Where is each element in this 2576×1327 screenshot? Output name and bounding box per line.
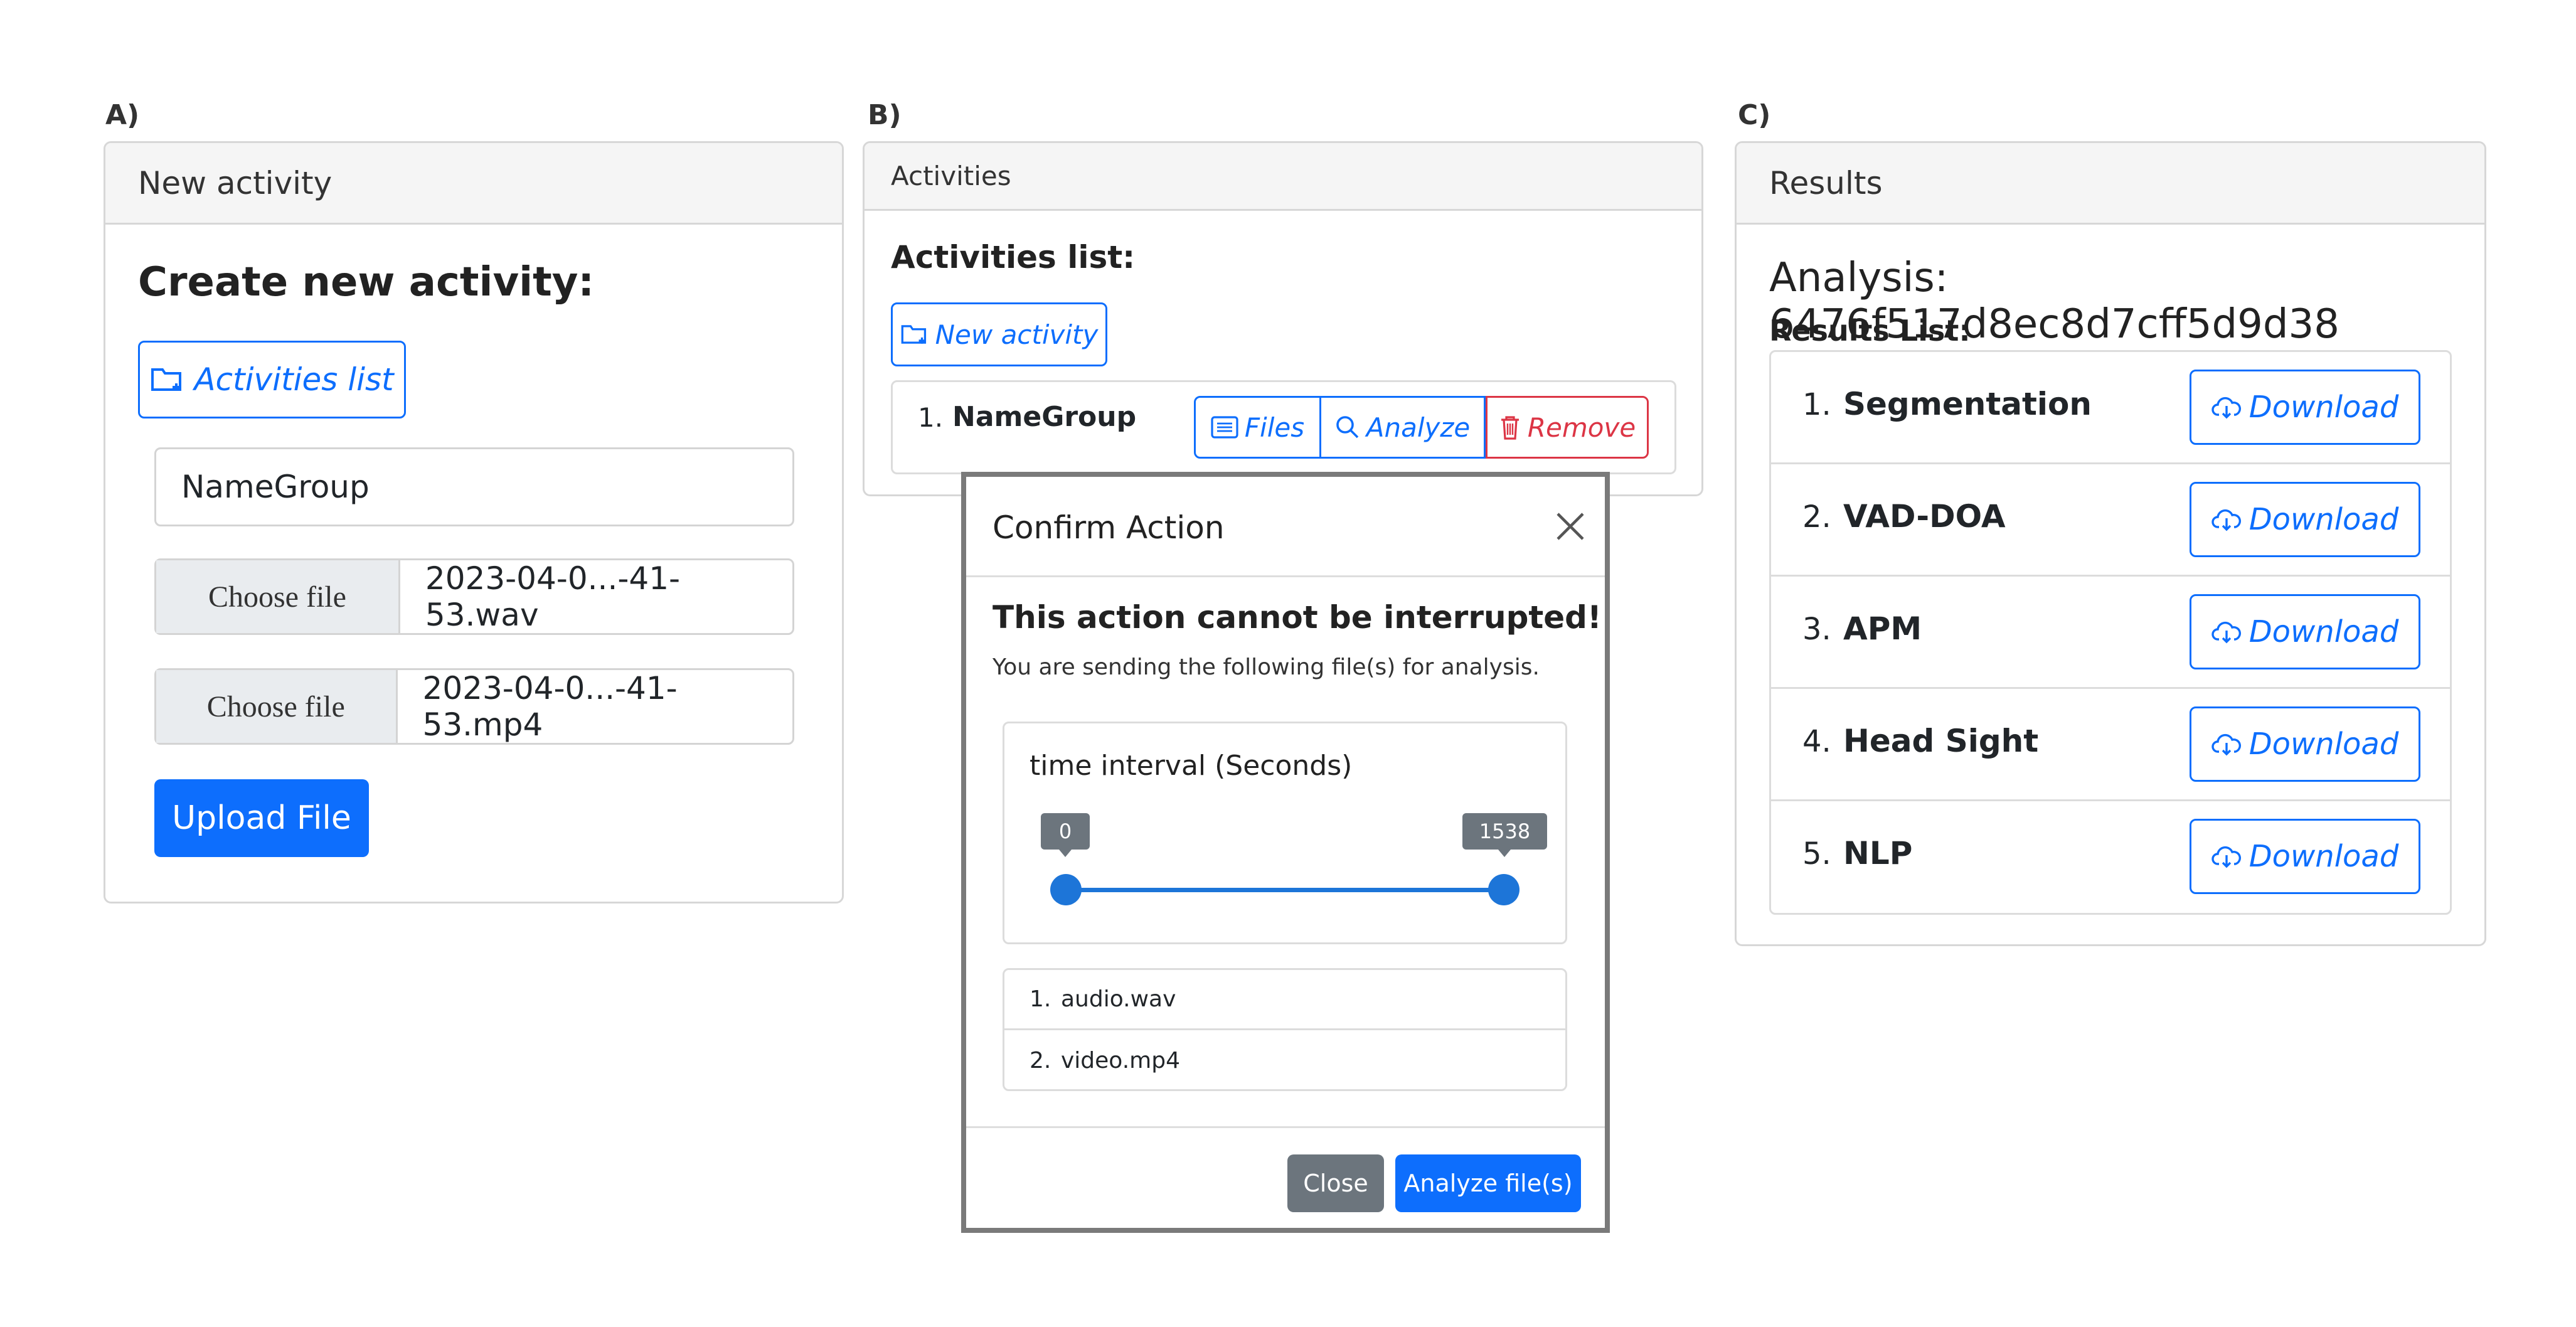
download-label: Download (2249, 727, 2399, 762)
list-index: 3. (1802, 612, 1831, 647)
activity-name-value: NameGroup (181, 469, 370, 505)
table-row: 2. VAD-DOA Download (1771, 464, 2450, 577)
file-list: 1. audio.wav 2. video.mp4 (1003, 968, 1567, 1091)
file-name: 2023-04-0...-41-53.mp4 (422, 670, 678, 743)
analyze-files-button[interactable]: Analyze file(s) (1395, 1154, 1581, 1212)
activity-actions: Files Analyze Remove (1194, 396, 1649, 459)
remove-label: Remove (1527, 412, 1636, 443)
modal-header: Confirm Action (966, 477, 1605, 577)
remove-button[interactable]: Remove (1486, 396, 1649, 459)
interval-label: time interval (Seconds) (1030, 750, 1353, 782)
results-list: 1. Segmentation Download 2. VAD-DOA Download 3… (1769, 350, 2452, 915)
slider-min-tooltip: 0 (1041, 813, 1090, 857)
close-button[interactable]: Close (1287, 1154, 1384, 1212)
slider-max-tooltip: 1538 (1462, 813, 1547, 857)
list-item: 2. video.mp4 (1004, 1030, 1565, 1090)
list-index: 2. (1030, 1047, 1051, 1074)
warning-text: You are sending the following file(s) fo… (993, 654, 1540, 680)
table-row: 3. APM Download (1771, 577, 2450, 689)
close-icon[interactable] (1555, 511, 1586, 542)
analyze-button[interactable]: Analyze (1321, 396, 1486, 459)
slider-min-value: 0 (1041, 813, 1090, 850)
download-label: Download (2249, 839, 2399, 874)
slider-max-handle[interactable] (1488, 874, 1520, 905)
file-name: video.mp4 (1061, 1047, 1180, 1074)
list-index: 2. (1802, 499, 1831, 535)
download-button[interactable]: Download (2190, 706, 2420, 782)
files-button[interactable]: Files (1194, 396, 1321, 459)
activity-name: NameGroup (952, 401, 1137, 433)
modal-title: Confirm Action (993, 509, 1225, 546)
panel-c-label: C) (1738, 99, 1771, 131)
table-row: 4. Head Sight Download (1771, 689, 2450, 801)
cloud-download-icon (2211, 844, 2242, 869)
activities-list-label: Activities list (194, 361, 394, 398)
new-activity-card: New activity Create new activity: Activi… (104, 141, 844, 903)
list-index: 4. (1802, 724, 1831, 759)
list-index: 1. (1030, 986, 1051, 1012)
result-name: VAD-DOA (1843, 498, 2006, 535)
trash-icon (1499, 415, 1521, 440)
list-index: 5. (1802, 836, 1831, 871)
wav-file-input[interactable]: Choose file 2023-04-0...-41-53.wav (154, 558, 794, 635)
download-label: Download (2249, 390, 2399, 425)
slider-min-handle[interactable] (1050, 874, 1082, 905)
files-label: Files (1244, 412, 1305, 443)
table-row: 5. NLP Download (1771, 801, 2450, 914)
activities-card: Activities Activities list: New activity… (863, 141, 1703, 496)
cloud-download-icon (2211, 732, 2242, 757)
list-index: 1. (918, 402, 944, 433)
result-name: NLP (1843, 835, 1913, 871)
download-button[interactable]: Download (2190, 594, 2420, 669)
slider-max-value: 1538 (1462, 813, 1547, 850)
page-title: Create new activity: (138, 259, 594, 306)
folder-plus-icon (900, 322, 929, 347)
activities-list-button[interactable]: Activities list (138, 341, 406, 418)
folder-plus-icon (150, 365, 185, 395)
card-header: Activities (865, 143, 1701, 211)
cloud-download-icon (2211, 507, 2242, 532)
modal-divider (966, 1126, 1605, 1128)
mp4-file-input[interactable]: Choose file 2023-04-0...-41-53.mp4 (154, 668, 794, 745)
list-item: 1. NameGroup Files Analyze Remove (891, 380, 1676, 474)
panel-a-label: A) (105, 99, 140, 131)
download-button[interactable]: Download (2190, 819, 2420, 894)
panel-b-label: B) (868, 99, 902, 131)
file-name: 2023-04-0...-41-53.wav (425, 560, 681, 633)
download-button[interactable]: Download (2190, 482, 2420, 557)
new-activity-button[interactable]: New activity (891, 302, 1107, 366)
download-button[interactable]: Download (2190, 370, 2420, 445)
list-icon (1211, 416, 1238, 439)
card-header: Results (1737, 143, 2484, 225)
cloud-download-icon (2211, 619, 2242, 644)
warning-title: This action cannot be interrupted! (993, 599, 1602, 636)
search-icon (1335, 415, 1360, 440)
upload-file-button[interactable]: Upload File (154, 779, 369, 857)
results-card: Results Analysis: 6476f517d8ec8d7cff5d9d… (1735, 141, 2486, 946)
result-name: APM (1843, 610, 1922, 647)
download-label: Download (2249, 614, 2399, 649)
new-activity-label: New activity (935, 319, 1099, 350)
table-row: 1. Segmentation Download (1771, 352, 2450, 464)
choose-file-button[interactable]: Choose file (156, 560, 400, 633)
activities-list-heading: Activities list: (891, 239, 1136, 275)
result-name: Segmentation (1843, 386, 2092, 422)
cloud-download-icon (2211, 395, 2242, 420)
list-item: 1. audio.wav (1004, 970, 1565, 1030)
results-list-label: Results List: (1769, 314, 1971, 348)
card-header: New activity (105, 143, 842, 225)
confirm-modal: Confirm Action This action cannot be int… (961, 472, 1610, 1233)
download-label: Download (2249, 502, 2399, 537)
interval-card: time interval (Seconds) 0 1538 (1003, 722, 1567, 944)
analyze-label: Analyze (1366, 412, 1471, 443)
choose-file-button[interactable]: Choose file (156, 670, 398, 743)
file-name: audio.wav (1061, 986, 1176, 1012)
result-name: Head Sight (1843, 723, 2039, 759)
slider-track (1065, 888, 1504, 892)
list-index: 1. (1802, 387, 1831, 422)
activity-name-field[interactable]: NameGroup (154, 447, 794, 526)
